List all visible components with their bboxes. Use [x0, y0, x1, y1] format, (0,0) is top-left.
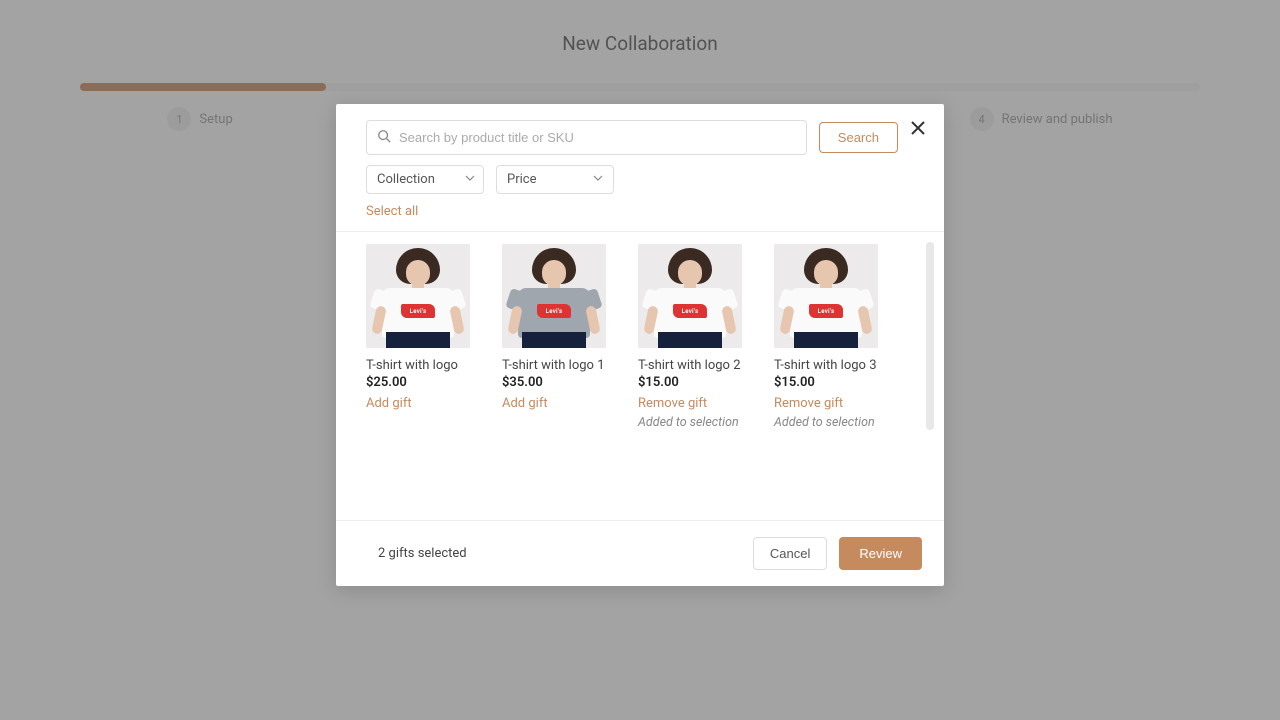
product-name: T-shirt with logo 1: [502, 358, 606, 373]
products-grid: Levi's T-shirt with logo $25.00 Add gift…: [366, 244, 914, 430]
product-card: Levi's T-shirt with logo 3 $15.00 Remove…: [774, 244, 878, 430]
review-button[interactable]: Review: [839, 537, 922, 570]
product-name: T-shirt with logo 3: [774, 358, 878, 373]
added-to-selection: Added to selection: [638, 415, 742, 430]
dropdown-label: Collection: [377, 172, 435, 187]
product-image[interactable]: Levi's: [366, 244, 470, 348]
add-gift-link[interactable]: Add gift: [502, 396, 606, 411]
product-card: Levi's T-shirt with logo $25.00 Add gift: [366, 244, 470, 430]
chevron-down-icon: [465, 172, 475, 187]
product-image[interactable]: Levi's: [502, 244, 606, 348]
product-price: $15.00: [774, 375, 878, 390]
search-row: Search: [366, 120, 898, 155]
filters-row: Collection Price: [366, 165, 898, 194]
close-button[interactable]: [906, 118, 930, 142]
product-name: T-shirt with logo 2: [638, 358, 742, 373]
scroll-thumb[interactable]: [926, 242, 934, 430]
chevron-down-icon: [593, 172, 603, 187]
remove-gift-link[interactable]: Remove gift: [638, 396, 742, 411]
product-price: $35.00: [502, 375, 606, 390]
product-price: $25.00: [366, 375, 470, 390]
search-box[interactable]: [366, 120, 807, 155]
dropdown-label: Price: [507, 172, 536, 187]
product-picker-modal: Search Collection Price Select all: [336, 104, 944, 586]
select-all-link[interactable]: Select all: [366, 204, 898, 219]
modal-overlay: Search Collection Price Select all: [0, 0, 1280, 720]
selected-count: 2 gifts selected: [358, 546, 467, 561]
product-image[interactable]: Levi's: [774, 244, 878, 348]
collection-filter[interactable]: Collection: [366, 165, 484, 194]
search-button[interactable]: Search: [819, 122, 898, 153]
search-input[interactable]: [399, 130, 796, 145]
remove-gift-link[interactable]: Remove gift: [774, 396, 878, 411]
product-name: T-shirt with logo: [366, 358, 470, 373]
search-icon: [377, 128, 391, 147]
price-filter[interactable]: Price: [496, 165, 614, 194]
scrollbar[interactable]: [926, 242, 934, 510]
add-gift-link[interactable]: Add gift: [366, 396, 470, 411]
product-card: Levi's T-shirt with logo 2 $15.00 Remove…: [638, 244, 742, 430]
added-to-selection: Added to selection: [774, 415, 878, 430]
product-image[interactable]: Levi's: [638, 244, 742, 348]
modal-footer: 2 gifts selected Cancel Review: [336, 520, 944, 586]
cancel-button[interactable]: Cancel: [753, 537, 827, 570]
product-card: Levi's T-shirt with logo 1 $35.00 Add gi…: [502, 244, 606, 430]
close-icon: [910, 120, 926, 140]
products-area: Levi's T-shirt with logo $25.00 Add gift…: [336, 232, 944, 520]
modal-header: Search Collection Price Select all: [336, 104, 944, 231]
product-price: $15.00: [638, 375, 742, 390]
